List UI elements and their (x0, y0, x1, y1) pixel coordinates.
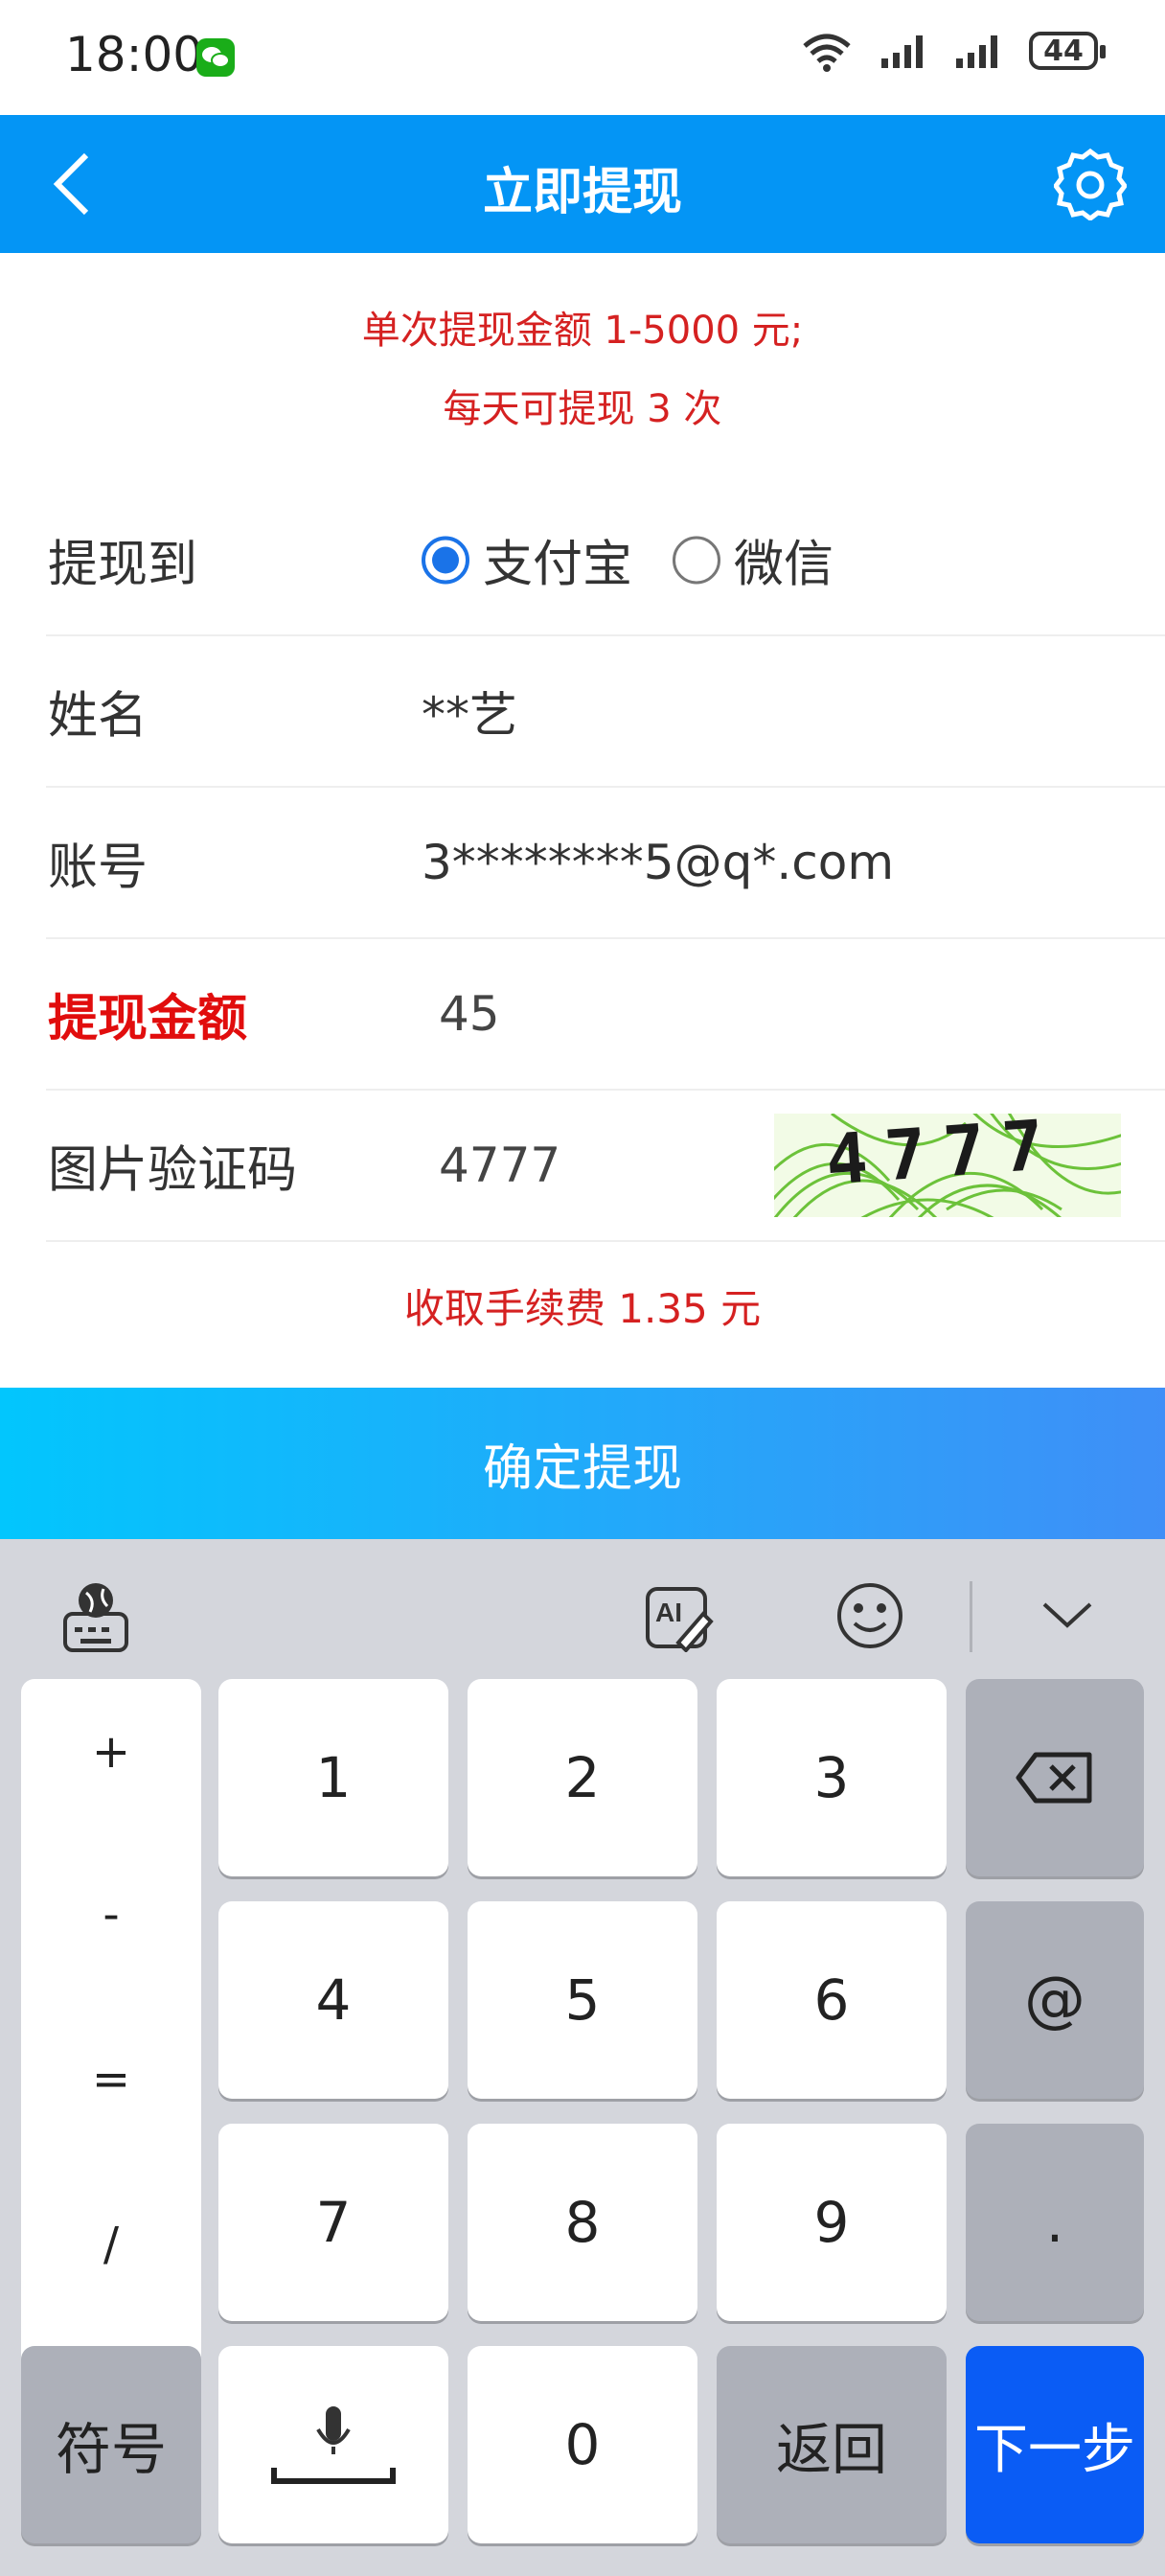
key-7[interactable]: 7 (218, 2124, 448, 2321)
key-slash[interactable]: / (21, 2218, 201, 2271)
page-title: 立即提现 (482, 164, 682, 221)
key-equals[interactable]: = (21, 2053, 201, 2106)
wechat-notification-icon (196, 38, 235, 77)
name-value: **艺 (422, 687, 517, 743)
name-row: 姓名 **艺 (46, 636, 1165, 788)
chevron-down-icon[interactable] (1040, 1598, 1094, 1631)
key-minus[interactable]: - (21, 1888, 201, 1942)
voice-space-key[interactable] (218, 2346, 448, 2543)
backspace-key[interactable] (966, 1679, 1144, 1876)
gear-icon[interactable] (1054, 148, 1127, 220)
notice-limit: 单次提现金额 1-5000 元; (361, 309, 804, 353)
fee-notice: 收取手续费 1.35 元 (403, 1285, 762, 1332)
key-3[interactable]: 3 (717, 1679, 947, 1876)
key-6[interactable]: 6 (717, 1901, 947, 2099)
radio-wechat-label: 微信 (734, 536, 834, 594)
battery-icon: 44 (1029, 32, 1106, 70)
numeric-keyboard: AI + - = / 1 2 3 4 5 6 @ 7 8 9 . 符号 0 返回… (0, 1539, 1165, 2576)
app-header: 立即提现 (0, 115, 1165, 253)
account-value: 3********5@q*.com (422, 835, 895, 890)
back-key[interactable]: 返回 (717, 2346, 947, 2543)
wifi-icon (803, 34, 851, 72)
toolbar-divider (970, 1581, 972, 1652)
keyboard-language-icon[interactable] (61, 1579, 130, 1654)
svg-text:AI: AI (655, 1598, 682, 1627)
signal-icon (881, 35, 923, 68)
radio-alipay-label: 支付宝 (483, 536, 633, 594)
amount-label: 提现金额 (48, 990, 248, 1048)
radio-alipay[interactable]: 支付宝 (422, 524, 632, 596)
status-bar: 18:00 44 (0, 0, 1165, 115)
radio-unchecked-icon[interactable] (673, 536, 720, 584)
captcha-row: 图片验证码 4777 4777 (46, 1091, 1165, 1242)
confirm-withdraw-button[interactable]: 确定提现 (0, 1388, 1165, 1539)
notice-times: 每天可提现 3 次 (443, 387, 722, 431)
key-plus[interactable]: + (21, 1725, 201, 1779)
key-0[interactable]: 0 (468, 2346, 697, 2543)
key-9[interactable]: 9 (717, 2124, 947, 2321)
backspace-icon (1016, 1752, 1092, 1804)
status-time: 18:00 (65, 27, 204, 82)
captcha-label: 图片验证码 (48, 1141, 298, 1200)
key-dot[interactable]: . (966, 2124, 1144, 2321)
withdraw-to-label: 提现到 (48, 536, 198, 594)
emoji-icon[interactable] (835, 1581, 904, 1650)
account-label: 账号 (48, 839, 148, 897)
radio-checked-icon[interactable] (422, 536, 469, 584)
ai-write-icon[interactable]: AI (644, 1583, 715, 1652)
key-8[interactable]: 8 (468, 2124, 697, 2321)
next-step-key[interactable]: 下一步 (966, 2346, 1144, 2543)
key-5[interactable]: 5 (468, 1901, 697, 2099)
status-icons: 44 (797, 29, 1106, 73)
key-at[interactable]: @ (966, 1901, 1144, 2099)
amount-input[interactable]: 45 (439, 986, 500, 1042)
key-1[interactable]: 1 (218, 1679, 448, 1876)
symbol-column: + - = / (21, 1679, 201, 2425)
name-label: 姓名 (48, 687, 148, 746)
key-2[interactable]: 2 (468, 1679, 697, 1876)
captcha-input[interactable]: 4777 (439, 1138, 560, 1193)
symbols-key[interactable]: 符号 (21, 2346, 201, 2543)
amount-row: 提现金额 45 (46, 939, 1165, 1091)
radio-wechat[interactable]: 微信 (673, 524, 834, 596)
withdraw-to-row: 提现到 支付宝 微信 (46, 485, 1165, 636)
account-row: 账号 3********5@q*.com (46, 788, 1165, 939)
captcha-image[interactable]: 4777 (774, 1114, 1121, 1217)
microphone-icon (271, 2406, 396, 2484)
signal-icon-2 (956, 35, 997, 68)
key-4[interactable]: 4 (218, 1901, 448, 2099)
